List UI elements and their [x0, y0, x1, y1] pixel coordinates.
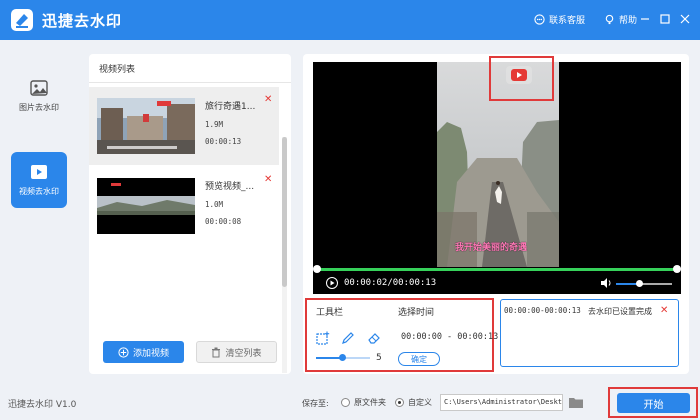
- help-label: 帮助: [619, 16, 638, 26]
- video-thumbnail: [97, 98, 195, 154]
- brush-size-slider-knob[interactable]: [339, 354, 346, 361]
- custom-folder-label: 自定义: [408, 398, 432, 407]
- image-icon: [30, 79, 48, 96]
- add-icon: [118, 346, 129, 358]
- video-duration: 00:00:08: [205, 217, 242, 226]
- nav-image-label: 图片去水印: [19, 102, 59, 112]
- time-select-title: 选择时间: [398, 308, 435, 318]
- bottom-bar: [0, 388, 700, 420]
- trash-icon: [212, 347, 221, 357]
- close-icon: [680, 14, 690, 24]
- clear-list-label: 清空列表: [225, 348, 262, 359]
- minimize-icon: [641, 18, 649, 20]
- nav-video-label: 视频去水印: [19, 186, 59, 196]
- scrollbar-thumb[interactable]: [282, 137, 287, 287]
- save-path-input[interactable]: C:\Users\Administrator\Desktop: [440, 394, 563, 411]
- maximize-icon: [660, 14, 670, 24]
- video-thumbnail: [97, 178, 195, 234]
- minimize-button[interactable]: [638, 12, 652, 26]
- video-list-header: 视频列表: [89, 54, 291, 83]
- video-name: 旅行奇遇1...: [205, 102, 256, 112]
- clear-list-button[interactable]: 清空列表: [196, 341, 277, 363]
- time-range-input[interactable]: 00:00:00 - 00:00:13: [401, 332, 498, 342]
- left-nav: 图片去水印 视频去水印: [0, 40, 78, 388]
- nav-image-watermark[interactable]: 图片去水印: [11, 68, 67, 124]
- watermark-selection-box[interactable]: [489, 56, 554, 101]
- rect-select-icon[interactable]: [316, 331, 330, 345]
- watermark-status: 去水印已设置完成: [588, 307, 652, 316]
- play-icon: [330, 280, 335, 286]
- app-logo-icon: [11, 9, 33, 31]
- app-version: 迅捷去水印 V1.0: [8, 400, 77, 410]
- close-button[interactable]: [678, 12, 692, 26]
- confirm-time-button[interactable]: 确定: [398, 352, 440, 366]
- start-button[interactable]: 开始: [617, 393, 690, 413]
- video-list-item[interactable]: 预览视频_... 1.0M 00:00:08 ✕: [89, 167, 279, 245]
- folder-icon[interactable]: [568, 395, 584, 409]
- remove-watermark-button[interactable]: ✕: [660, 305, 668, 316]
- save-to-label: 保存至:: [302, 399, 329, 408]
- video-list-item[interactable]: 旅行奇遇1... 1.9M 00:00:13 ✕: [89, 87, 279, 165]
- help-button[interactable]: 帮助: [604, 13, 637, 26]
- original-folder-label: 原文件夹: [354, 398, 386, 407]
- nav-video-watermark[interactable]: 视频去水印: [11, 152, 67, 208]
- video-list-scrollbar[interactable]: [282, 137, 287, 373]
- play-button[interactable]: [326, 277, 338, 289]
- video-name: 预览视频_...: [205, 182, 255, 192]
- headset-icon: [534, 14, 545, 25]
- app-title: 迅捷去水印: [42, 12, 123, 30]
- pen-icon[interactable]: [341, 331, 355, 345]
- contact-service-label: 联系客服: [549, 16, 586, 26]
- video-list-panel: 视频列表 旅行奇遇1... 1.9M 00:00:13 ✕ 预览视频_... 1…: [89, 54, 291, 374]
- remove-video-button[interactable]: ✕: [264, 174, 272, 185]
- watermark-time-range: 00:00:00-00:00:13: [504, 306, 581, 315]
- remove-video-button[interactable]: ✕: [264, 94, 272, 105]
- playback-progress-bar[interactable]: [316, 268, 678, 271]
- add-video-label: 添加视频: [132, 348, 169, 359]
- brush-size-value: 5: [376, 353, 382, 363]
- volume-icon[interactable]: [600, 277, 612, 289]
- progress-end-knob[interactable]: [673, 265, 681, 273]
- title-bar: 迅捷去水印 联系客服 帮助: [0, 0, 700, 40]
- original-folder-radio[interactable]: [341, 398, 350, 407]
- video-duration: 00:00:13: [205, 137, 242, 146]
- custom-folder-radio[interactable]: [395, 398, 404, 407]
- video-subtitle: 我开始美丽的奇遇: [455, 243, 528, 253]
- add-video-button[interactable]: 添加视频: [103, 341, 184, 363]
- eraser-icon[interactable]: [367, 331, 381, 345]
- video-icon: [31, 164, 47, 179]
- progress-start-knob[interactable]: [313, 265, 321, 273]
- playback-time: 00:00:02/00:00:13: [344, 278, 437, 288]
- maximize-button[interactable]: [658, 12, 672, 26]
- contact-service-button[interactable]: 联系客服: [534, 13, 585, 26]
- volume-slider-knob[interactable]: [636, 280, 643, 287]
- help-icon: [605, 14, 614, 25]
- toolbar-title: 工具栏: [316, 308, 344, 318]
- video-size: 1.9M: [205, 120, 224, 129]
- video-size: 1.0M: [205, 200, 224, 209]
